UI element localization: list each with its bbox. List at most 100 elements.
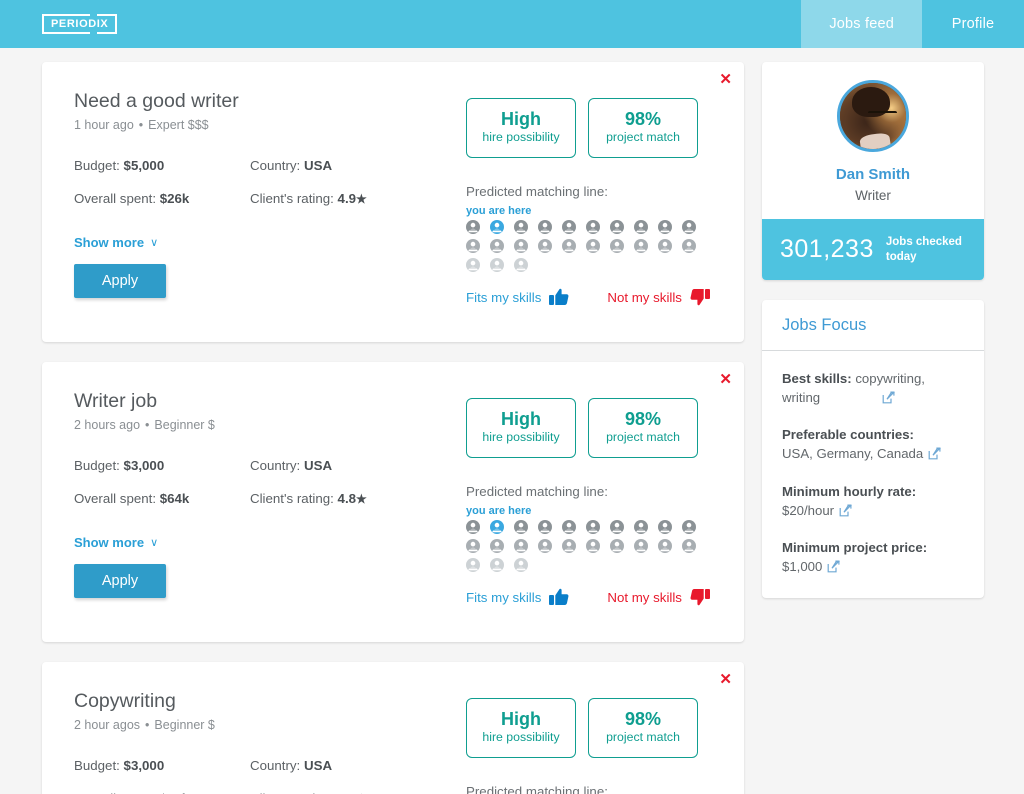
predicted-matching-line-label: Predicted matching line: — [466, 484, 608, 499]
hire-possibility-badge[interactable]: High hire possibility — [466, 698, 576, 758]
matching-line-row — [466, 558, 714, 572]
matching-line-row — [466, 258, 714, 272]
person-icon — [514, 220, 528, 234]
fits-my-skills-button[interactable]: Fits my skills — [466, 288, 569, 306]
project-match-badge[interactable]: 98% project match — [588, 398, 698, 458]
project-match-value: 98% — [624, 409, 662, 430]
apply-button[interactable]: Apply — [74, 564, 166, 598]
logo-container[interactable]: PERIODIX — [0, 0, 118, 48]
person-icon — [610, 520, 624, 534]
show-more-button[interactable]: Show more ∨ — [74, 535, 158, 550]
person-icon — [514, 539, 528, 553]
overall-spent-row: Overall spent: $64k — [74, 491, 250, 506]
meta-separator: • — [145, 718, 150, 732]
person-icon — [682, 239, 696, 253]
thumbs-down-icon — [690, 288, 710, 306]
person-icon — [562, 239, 576, 253]
person-icon — [490, 558, 504, 572]
show-more-button[interactable]: Show more ∨ — [74, 235, 158, 250]
project-match-badge[interactable]: 98% project match — [588, 98, 698, 158]
person-icon — [586, 539, 600, 553]
client-rating-row: Client's rating: 4.8★ — [250, 491, 466, 506]
thumbs-down-icon — [690, 588, 710, 606]
country-value: USA — [303, 758, 333, 773]
hire-possibility-badge[interactable]: High hire possibility — [466, 98, 576, 158]
person-icon — [562, 539, 576, 553]
person-icon — [634, 539, 648, 553]
not-my-skills-button[interactable]: Not my skills — [607, 588, 710, 606]
country-value: USA — [303, 158, 333, 173]
person-icon — [466, 258, 480, 272]
star-icon: ★ — [356, 192, 367, 206]
periodix-logo[interactable]: PERIODIX — [42, 14, 118, 34]
person-icon — [658, 539, 672, 553]
person-icon — [634, 220, 648, 234]
hire-possibility-label: hire possibility — [482, 429, 560, 444]
job-card-right: High hire possibility 98% project match … — [466, 690, 714, 794]
job-card[interactable]: ✕ Copywriting 2 hour agos • Beginner $ Bud… — [42, 662, 744, 794]
budget-row: Budget: $3,000 — [74, 758, 250, 773]
jobs-focus-header: Jobs Focus — [762, 300, 984, 351]
fits-my-skills-button[interactable]: Fits my skills — [466, 588, 569, 606]
edit-icon[interactable] — [882, 391, 896, 404]
person-icon-current — [490, 220, 504, 234]
edit-icon[interactable] — [839, 504, 853, 517]
star-icon: ★ — [356, 492, 367, 506]
country-row: Country: USA — [250, 758, 466, 773]
person-icon — [514, 520, 528, 534]
match-badges: High hire possibility 98% project match — [466, 698, 714, 758]
close-icon[interactable]: ✕ — [719, 372, 732, 387]
not-my-skills-label: Not my skills — [607, 289, 682, 305]
not-my-skills-button[interactable]: Not my skills — [607, 288, 710, 306]
predicted-matching-line-label: Predicted matching line: — [466, 184, 608, 199]
hire-possibility-value: High — [501, 109, 541, 130]
job-title: Need a good writer — [74, 90, 239, 112]
close-icon[interactable]: ✕ — [719, 72, 732, 87]
job-meta: 2 hours ago • Beginner $ — [74, 418, 466, 432]
budget-row: Budget: $3,000 — [74, 458, 250, 473]
nav-tab-jobs-feed[interactable]: Jobs feed — [801, 0, 922, 48]
avatar[interactable] — [837, 80, 909, 152]
job-card-left: Need a good writer 1 hour ago • Expert $$$… — [74, 90, 466, 306]
project-match-badge[interactable]: 98% project match — [588, 698, 698, 758]
apply-button[interactable]: Apply — [74, 264, 166, 298]
project-match-label: project match — [606, 729, 680, 744]
edit-icon[interactable] — [827, 560, 841, 573]
hire-possibility-label: hire possibility — [482, 129, 560, 144]
jobs-checked-number: 301,233 — [780, 235, 874, 263]
close-icon[interactable]: ✕ — [719, 672, 732, 687]
person-icon — [682, 520, 696, 534]
person-icon — [634, 239, 648, 253]
jobs-checked-stat: 301,233 Jobs checked today — [762, 219, 984, 280]
job-card[interactable]: ✕ Need a good writer 1 hour ago • Expert $… — [42, 62, 744, 342]
person-icon — [538, 520, 552, 534]
predicted-matching-line-label: Predicted matching line: — [466, 784, 608, 794]
job-card-left: Copywriting 2 hour agos • Beginner $ Budge… — [74, 690, 466, 794]
thumbs-up-icon — [549, 288, 569, 306]
fits-my-skills-label: Fits my skills — [466, 589, 542, 605]
hire-possibility-value: High — [501, 409, 541, 430]
job-posted-time: 2 hour agos — [74, 718, 141, 732]
profile-panel: Dan Smith Writer 301,233 Jobs checked to… — [762, 62, 984, 280]
hire-possibility-badge[interactable]: High hire possibility — [466, 398, 576, 458]
overall-spent-label: Overall spent: — [74, 491, 157, 506]
thumbs-up-icon — [549, 588, 569, 606]
job-card[interactable]: ✕ Writer job 2 hours ago • Beginner $ Budg… — [42, 362, 744, 642]
person-icon — [610, 220, 624, 234]
job-level: Beginner $ — [154, 418, 215, 432]
person-icon — [466, 539, 480, 553]
hire-possibility-label: hire possibility — [482, 729, 560, 744]
match-badges: High hire possibility 98% project match — [466, 398, 714, 458]
person-icon — [466, 239, 480, 253]
profile-top: Dan Smith Writer — [762, 62, 984, 219]
edit-icon[interactable] — [928, 447, 942, 460]
show-more-label: Show more — [74, 235, 145, 250]
focus-item-best-skills: Best skills: copywriting, writing — [782, 369, 964, 407]
focus-label-minimum-project-price: Minimum project price: — [782, 539, 928, 555]
person-icon — [466, 520, 480, 534]
chevron-down-icon: ∨ — [150, 537, 159, 549]
nav-tab-profile[interactable]: Profile — [922, 0, 1024, 48]
page-body: ✕ Need a good writer 1 hour ago • Expert $… — [0, 48, 1024, 794]
profile-name[interactable]: Dan Smith — [778, 166, 968, 183]
jobs-focus-body: Best skills: copywriting, writing Prefer… — [762, 351, 984, 598]
